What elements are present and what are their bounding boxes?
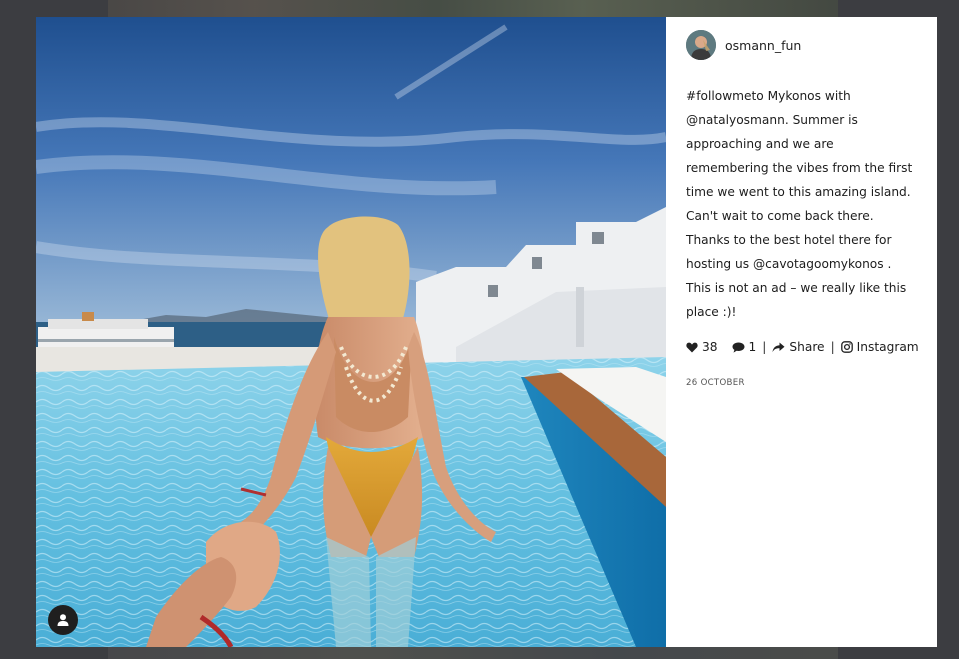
post-photo — [36, 17, 666, 647]
share-icon — [772, 342, 785, 352]
post-details-panel: osmann_fun #followmeto Mykonos with @nat… — [666, 17, 937, 647]
instagram-link[interactable]: Instagram — [840, 340, 919, 354]
instagram-icon — [840, 341, 853, 353]
avatar-image — [686, 30, 716, 60]
share-button[interactable]: Share — [772, 340, 825, 354]
profile-button[interactable] — [48, 605, 78, 635]
pool-photo-illustration — [36, 17, 666, 647]
separator: | — [830, 340, 835, 354]
background-gallery-bottom — [108, 647, 838, 659]
post-author: osmann_fun — [686, 30, 919, 60]
username-link[interactable]: osmann_fun — [725, 38, 801, 53]
post-modal: osmann_fun #followmeto Mykonos with @nat… — [36, 17, 937, 647]
user-icon — [57, 614, 69, 626]
separator: | — [762, 340, 767, 354]
like-button[interactable]: 38 — [686, 340, 718, 354]
post-actions: 38 1 | Share | Instagram — [686, 340, 919, 354]
comment-button[interactable]: 1 — [732, 340, 757, 354]
background-gallery-top — [108, 0, 838, 17]
post-caption: #followmeto Mykonos with @natalyosmann. … — [686, 89, 913, 319]
share-label: Share — [789, 340, 825, 354]
comment-icon — [732, 342, 745, 353]
post-date: 26 October — [686, 378, 745, 388]
avatar[interactable] — [686, 30, 716, 60]
heart-icon — [686, 342, 698, 352]
comment-count: 1 — [748, 340, 757, 354]
like-count: 38 — [702, 340, 718, 354]
instagram-label: Instagram — [856, 340, 919, 354]
